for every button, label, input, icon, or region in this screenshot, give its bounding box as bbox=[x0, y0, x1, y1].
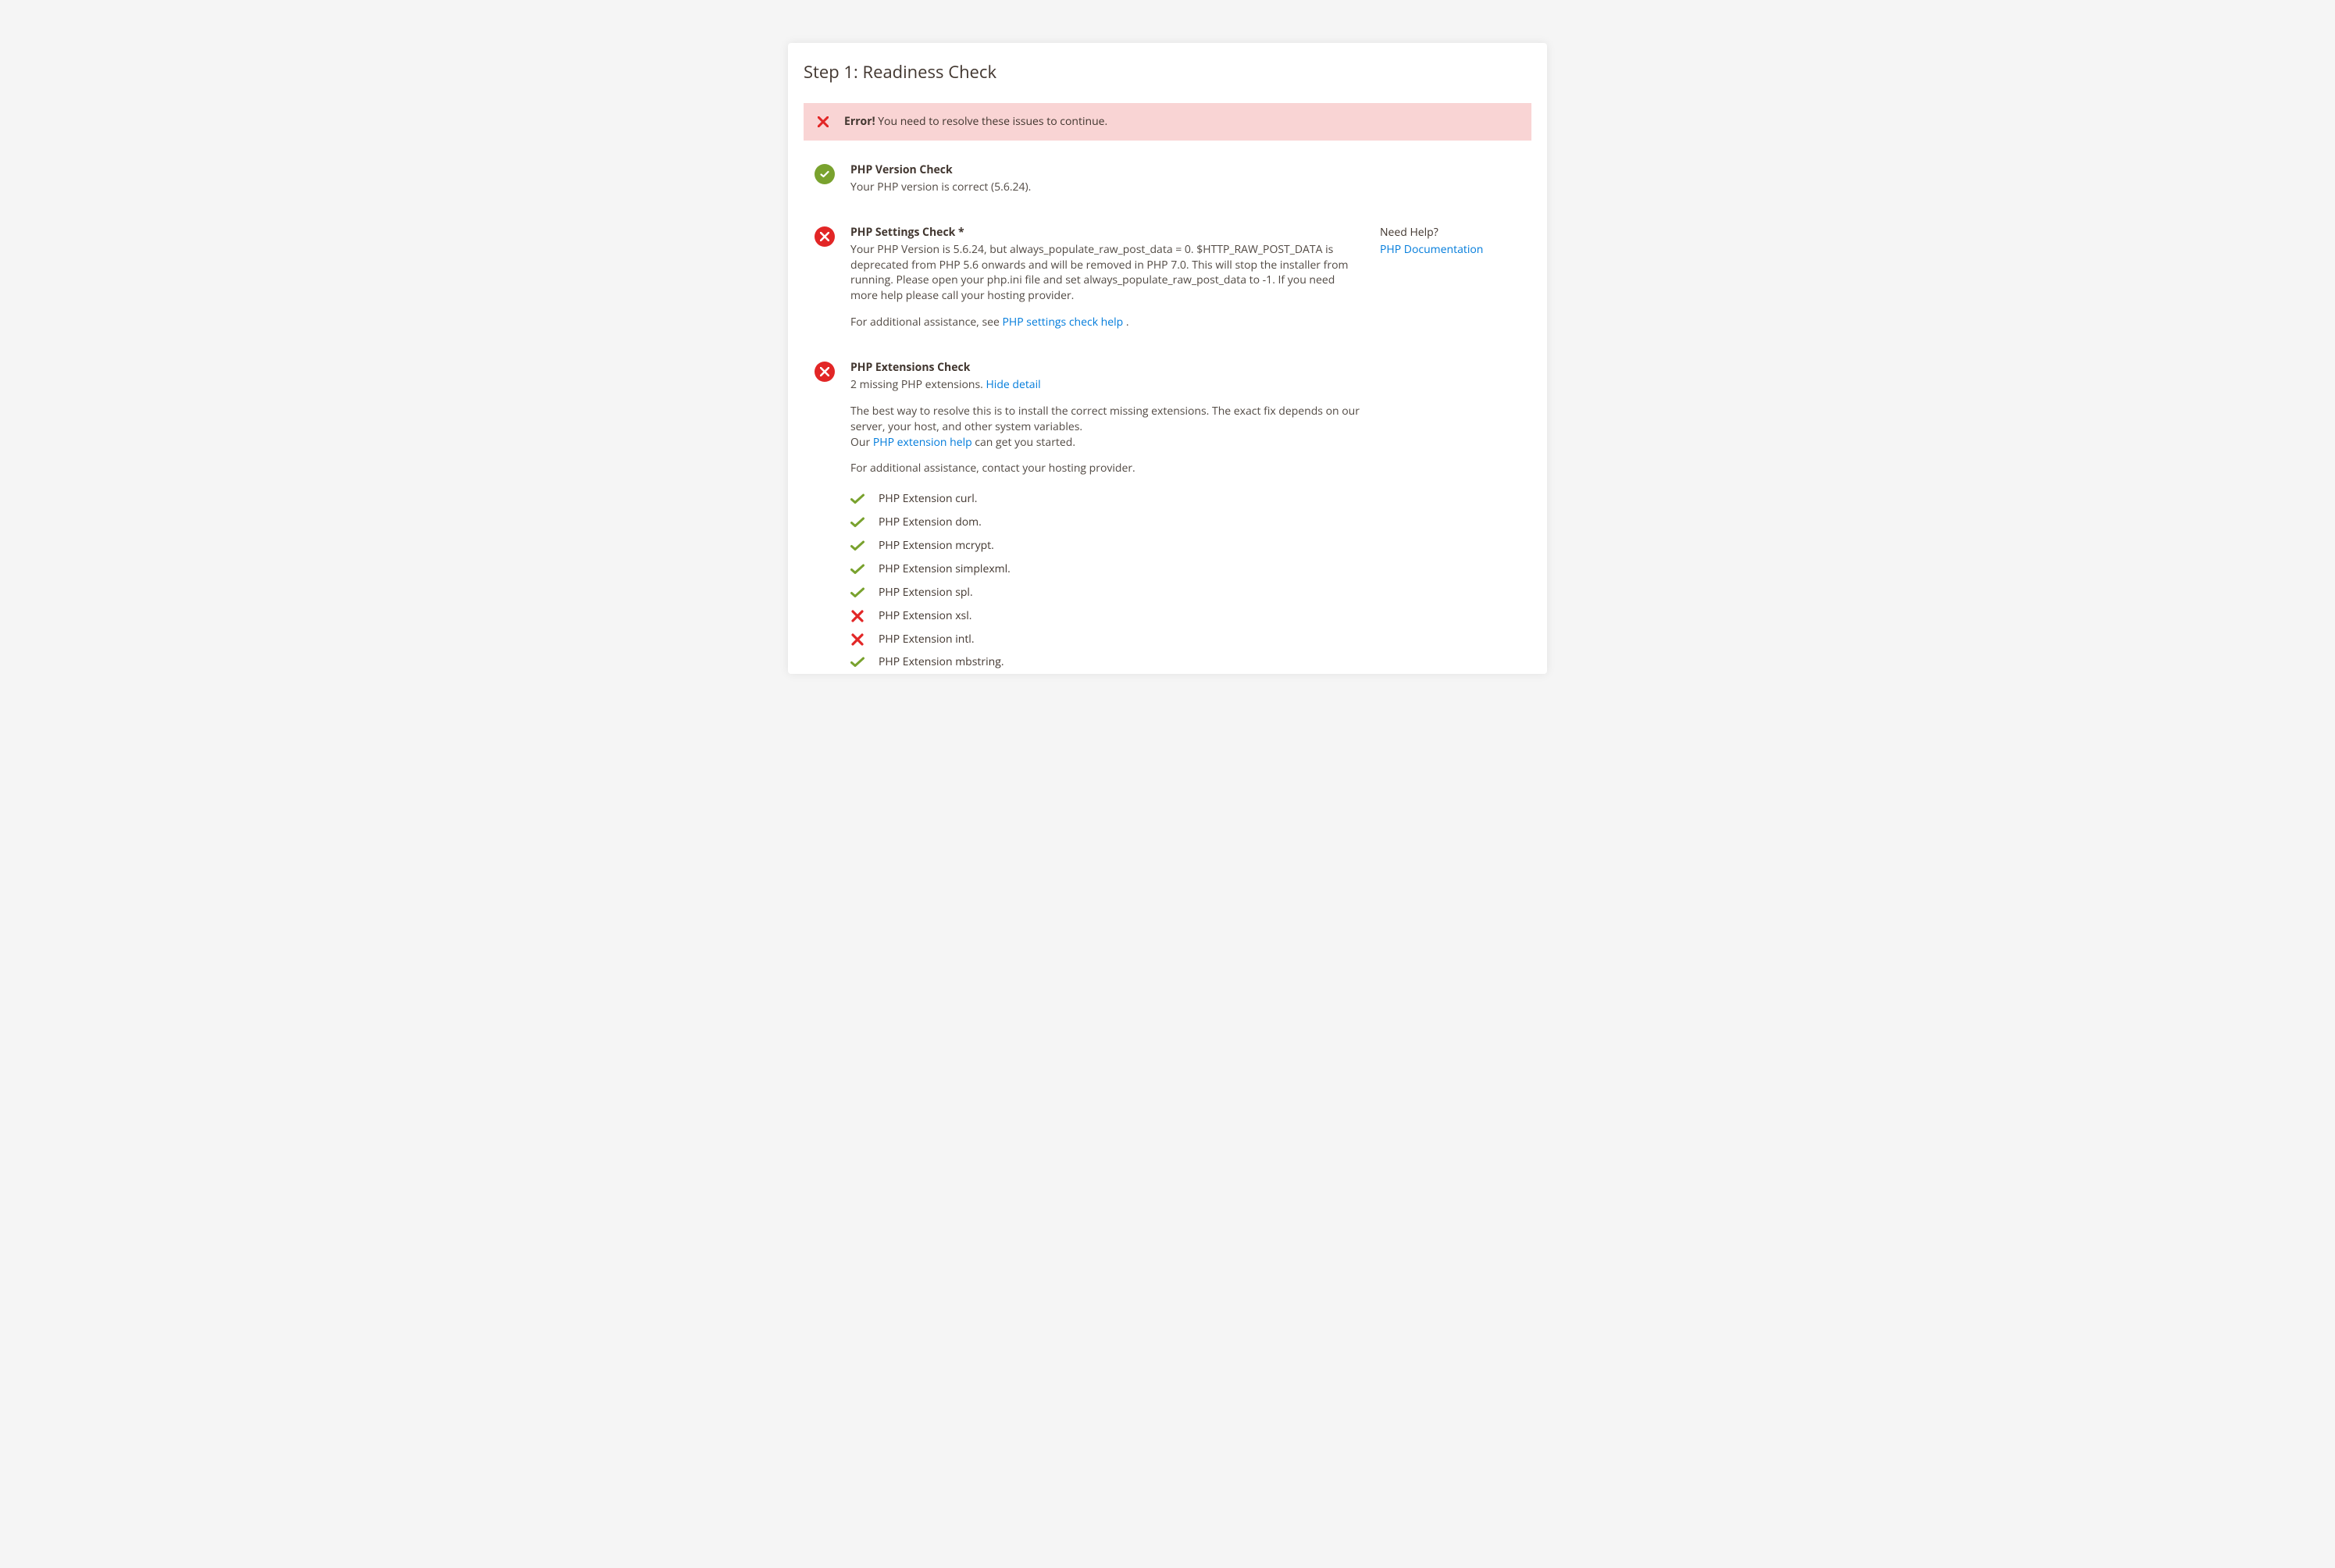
check-icon bbox=[850, 564, 864, 575]
php-extension-help-link[interactable]: PHP extension help bbox=[873, 435, 972, 450]
assist-prefix: For additional assistance, see bbox=[850, 315, 1002, 330]
assist-suffix: . bbox=[1123, 315, 1128, 330]
check-icon bbox=[850, 494, 864, 504]
list-item: PHP Extension spl. bbox=[850, 581, 1374, 604]
ext-summary-prefix: 2 missing PHP extensions. bbox=[850, 377, 986, 392]
extension-label: PHP Extension curl. bbox=[879, 491, 977, 507]
error-alert: Error! You need to resolve these issues … bbox=[804, 103, 1531, 141]
php-version-heading: PHP Version Check bbox=[850, 162, 1374, 178]
readiness-card: Step 1: Readiness Check Error! You need … bbox=[788, 43, 1547, 674]
list-item: PHP Extension dom. bbox=[850, 511, 1374, 534]
php-extensions-resolve: The best way to resolve this is to insta… bbox=[850, 404, 1374, 451]
php-version-section: PHP Version Check Your PHP version is co… bbox=[804, 162, 1531, 195]
extension-label: PHP Extension simplexml. bbox=[879, 561, 1011, 577]
php-documentation-link[interactable]: PHP Documentation bbox=[1380, 242, 1483, 257]
need-help-label: Need Help? bbox=[1380, 225, 1520, 241]
extension-label: PHP Extension intl. bbox=[879, 632, 975, 647]
error-message: Error! You need to resolve these issues … bbox=[844, 114, 1107, 130]
php-extensions-summary: 2 missing PHP extensions. Hide detail bbox=[850, 377, 1374, 393]
cross-icon bbox=[850, 633, 864, 646]
extension-label: PHP Extension xsl. bbox=[879, 608, 971, 624]
error-text: You need to resolve these issues to cont… bbox=[875, 114, 1108, 129]
error-icon bbox=[818, 116, 829, 127]
error-strong: Error! bbox=[844, 114, 875, 129]
check-icon bbox=[850, 657, 864, 668]
ext-resolve-text: The best way to resolve this is to insta… bbox=[850, 404, 1360, 434]
php-settings-assist: For additional assistance, see PHP setti… bbox=[850, 315, 1364, 330]
php-version-text: Your PHP version is correct (5.6.24). bbox=[850, 180, 1374, 195]
extension-label: PHP Extension dom. bbox=[879, 515, 982, 530]
hide-detail-toggle[interactable]: Hide detail bbox=[986, 377, 1040, 392]
status-ok-icon bbox=[815, 164, 835, 184]
check-icon bbox=[850, 517, 864, 528]
help-aside: Need Help? PHP Documentation bbox=[1380, 225, 1520, 330]
list-item: PHP Extension intl. bbox=[850, 628, 1374, 651]
extension-label: PHP Extension mbstring. bbox=[879, 654, 1004, 670]
extension-label: PHP Extension mcrypt. bbox=[879, 538, 994, 554]
check-icon bbox=[850, 587, 864, 598]
page-title: Step 1: Readiness Check bbox=[804, 60, 1531, 84]
extension-label: PHP Extension spl. bbox=[879, 585, 973, 600]
status-error-icon bbox=[815, 362, 835, 382]
cross-icon bbox=[850, 610, 864, 622]
php-settings-body: Your PHP Version is 5.6.24, but always_p… bbox=[850, 242, 1364, 305]
list-item: PHP Extension curl. bbox=[850, 487, 1374, 511]
php-extensions-section: PHP Extensions Check 2 missing PHP exten… bbox=[804, 360, 1531, 674]
list-item: PHP Extension mbstring. bbox=[850, 650, 1374, 674]
php-settings-heading: PHP Settings Check * bbox=[850, 225, 1364, 241]
list-item: PHP Extension simplexml. bbox=[850, 558, 1374, 581]
php-extensions-contact: For additional assistance, contact your … bbox=[850, 461, 1374, 476]
php-settings-section: PHP Settings Check * Your PHP Version is… bbox=[804, 225, 1531, 330]
php-settings-help-link[interactable]: PHP settings check help bbox=[1002, 315, 1123, 330]
check-icon bbox=[850, 540, 864, 551]
php-extensions-heading: PHP Extensions Check bbox=[850, 360, 1374, 376]
ext-our-suffix: can get you started. bbox=[972, 435, 1075, 450]
list-item: PHP Extension xsl. bbox=[850, 604, 1374, 628]
extensions-list: PHP Extension curl. PHP Extension dom. PHP… bbox=[850, 487, 1374, 674]
status-error-icon bbox=[815, 226, 835, 247]
list-item: PHP Extension mcrypt. bbox=[850, 534, 1374, 558]
ext-our-prefix: Our bbox=[850, 435, 873, 450]
